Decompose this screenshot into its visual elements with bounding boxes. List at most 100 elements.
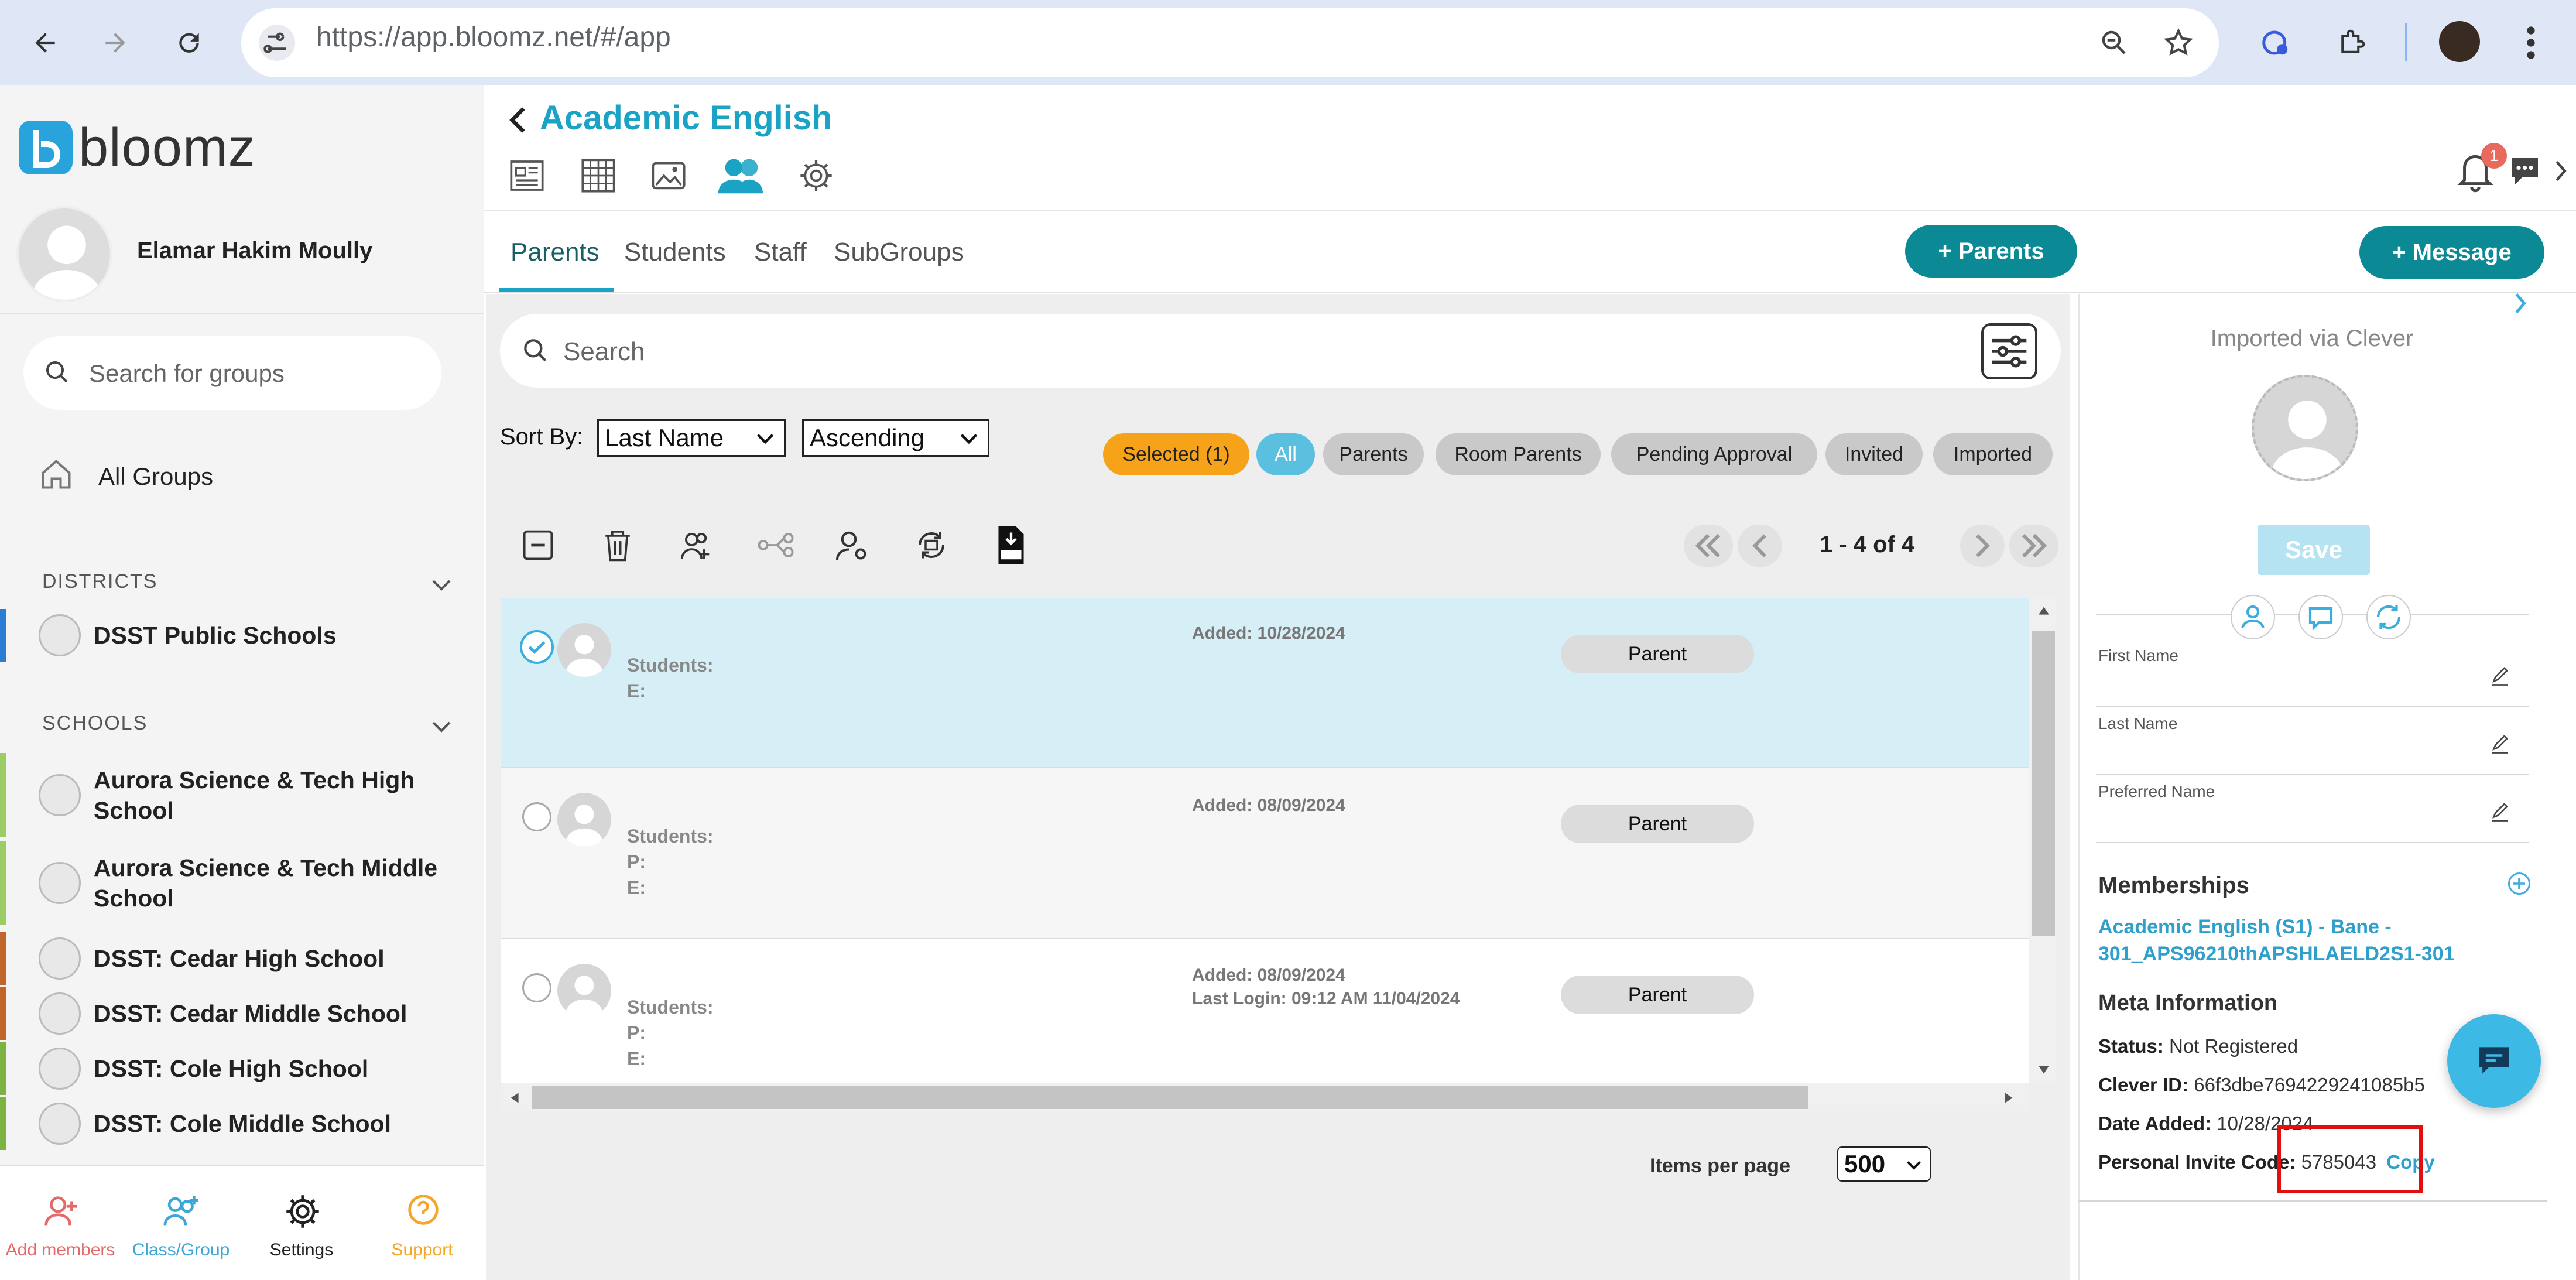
sidebar-item-school[interactable]: DSST: Cole High School (0, 1042, 484, 1095)
list-scrollbar[interactable] (2029, 598, 2057, 1083)
forward-icon[interactable] (89, 16, 142, 69)
filter-sliders-icon[interactable] (1981, 323, 2037, 379)
member-avatar[interactable] (2252, 375, 2358, 481)
chat-bubbles-icon[interactable] (2508, 153, 2550, 191)
user-name: Elamar Hakim Moully (137, 238, 373, 263)
url-text[interactable]: https://app.bloomz.net/#/app (316, 21, 671, 53)
filter-room-parents[interactable]: Room Parents (1436, 433, 1601, 475)
group-search-placeholder[interactable]: Search for groups (89, 360, 285, 388)
zoom-icon[interactable] (2088, 16, 2140, 69)
tab-students[interactable]: Students (624, 238, 726, 267)
profile-link-icon[interactable] (2231, 595, 2275, 639)
trash-icon[interactable] (597, 525, 638, 566)
kebab-menu-icon[interactable] (2505, 16, 2557, 69)
filter-all[interactable]: All (1256, 433, 1315, 475)
newsfeed-icon[interactable] (508, 157, 546, 194)
last-page-button[interactable] (2009, 525, 2058, 567)
back-icon[interactable] (19, 16, 71, 69)
group-search-box[interactable]: Search for groups (23, 336, 441, 410)
scroll-left-icon[interactable] (509, 1091, 520, 1104)
filter-selected[interactable]: Selected (1) (1103, 433, 1249, 475)
all-groups-link[interactable]: All Groups (98, 463, 213, 491)
row-radio[interactable] (522, 973, 551, 1002)
link-nodes-icon[interactable] (755, 525, 796, 566)
extensions-puzzle-icon[interactable] (2325, 16, 2378, 69)
class-group-button[interactable]: Class/Group (121, 1166, 241, 1280)
horizontal-scrollbar[interactable] (501, 1083, 2029, 1111)
bookmark-star-icon[interactable] (2152, 16, 2205, 69)
edit-preferred-name-icon[interactable] (2489, 802, 2510, 823)
panel-collapse-chevron-icon[interactable] (2513, 292, 2528, 315)
filter-pending-approval[interactable]: Pending Approval (1611, 433, 1817, 475)
sidebar-item-school[interactable]: Aurora Science & Tech Middle School (0, 841, 484, 925)
tab-staff[interactable]: Staff (754, 238, 807, 267)
sidebar-item-school[interactable]: DSST: Cedar High School (0, 932, 484, 985)
districts-chevron-icon[interactable] (430, 576, 453, 593)
role-badge[interactable]: Parent (1561, 635, 1754, 673)
row-radio[interactable] (522, 802, 551, 831)
sort-field-select[interactable]: Last Name (597, 419, 786, 457)
preferred-name-field-line (2096, 842, 2529, 843)
member-search-box[interactable]: Search (500, 314, 2061, 388)
extension-shield-icon[interactable] (2249, 16, 2302, 69)
sort-order-select[interactable]: Ascending (802, 419, 989, 457)
message-icon[interactable] (2298, 595, 2343, 639)
settings-button[interactable]: Settings (241, 1166, 362, 1280)
sidebar-item-school[interactable]: DSST: Cole Middle School (0, 1097, 484, 1150)
filter-parents[interactable]: Parents (1323, 433, 1424, 475)
user-settings-icon[interactable] (831, 525, 872, 566)
first-name-label: First Name (2098, 646, 2178, 665)
row-checkbox-checked-icon[interactable] (520, 630, 554, 664)
support-button[interactable]: Support (362, 1166, 482, 1280)
back-chevron-icon[interactable] (508, 105, 529, 135)
add-parents-button[interactable]: + Parents (1905, 225, 2077, 278)
profile-avatar[interactable] (2439, 21, 2480, 62)
previous-page-button[interactable] (1738, 525, 1782, 567)
horizontal-scrollbar-thumb[interactable] (532, 1086, 1808, 1109)
chat-launcher-button[interactable] (2447, 1014, 2541, 1108)
role-badge[interactable]: Parent (1561, 805, 1754, 843)
add-membership-icon[interactable] (2508, 872, 2530, 895)
members-icon[interactable] (717, 153, 765, 196)
tab-subgroups[interactable]: SubGroups (834, 238, 964, 267)
group-settings-gear-icon[interactable] (797, 157, 835, 194)
add-group-members-icon[interactable] (677, 525, 718, 566)
membership-link[interactable]: Academic English (S1) - Bane - 301_APS96… (2098, 913, 2508, 967)
sidebar-item-school[interactable]: DSST: Cedar Middle School (0, 987, 484, 1040)
csv-download-icon[interactable] (991, 525, 1032, 566)
photos-icon[interactable] (650, 157, 687, 194)
scroll-up-icon[interactable] (2037, 605, 2050, 616)
user-avatar[interactable] (16, 206, 112, 302)
reload-icon[interactable] (163, 16, 215, 69)
resend-invite-icon[interactable] (2366, 595, 2411, 639)
table-row[interactable]: Students: P: E: Added: 08/09/2024 Last L… (501, 939, 2029, 1083)
items-per-page-select[interactable]: 500 (1837, 1146, 1931, 1182)
scroll-right-icon[interactable] (2003, 1091, 2014, 1104)
next-page-button[interactable] (1960, 525, 2005, 567)
tab-parents[interactable]: Parents (511, 238, 600, 267)
calendar-grid-icon[interactable] (580, 157, 617, 194)
first-page-button[interactable] (1684, 525, 1733, 567)
sync-message-icon[interactable] (911, 525, 952, 566)
sidebar-item-dsst-public-schools[interactable]: DSST Public Schools (0, 609, 484, 662)
filter-invited[interactable]: Invited (1825, 433, 1923, 475)
table-row[interactable]: Students: P: E: Added: 08/09/2024 Parent (501, 768, 2029, 938)
items-per-page-value: 500 (1844, 1150, 1886, 1178)
sidebar-item-school[interactable]: Aurora Science & Tech High School (0, 753, 484, 837)
scroll-down-icon[interactable] (2037, 1065, 2050, 1075)
edit-first-name-icon[interactable] (2489, 666, 2510, 687)
filter-imported[interactable]: Imported (1933, 433, 2053, 475)
edit-last-name-icon[interactable] (2489, 734, 2510, 755)
add-members-button[interactable]: Add members (0, 1166, 121, 1280)
member-search-placeholder[interactable]: Search (563, 337, 645, 367)
role-badge[interactable]: Parent (1561, 976, 1754, 1014)
table-row[interactable]: Students: E: Added: 10/28/2024 Parent (501, 598, 2029, 767)
save-button[interactable]: Save (2258, 525, 2370, 575)
site-info-icon[interactable] (259, 25, 295, 61)
row-added-date: Added: 10/28/2024 (1192, 624, 1345, 643)
deselect-icon[interactable] (518, 525, 559, 566)
add-message-button[interactable]: + Message (2359, 226, 2544, 279)
scrollbar-thumb[interactable] (2032, 631, 2055, 936)
panel-expand-chevron-icon[interactable] (2554, 159, 2568, 183)
schools-chevron-icon[interactable] (430, 718, 453, 734)
